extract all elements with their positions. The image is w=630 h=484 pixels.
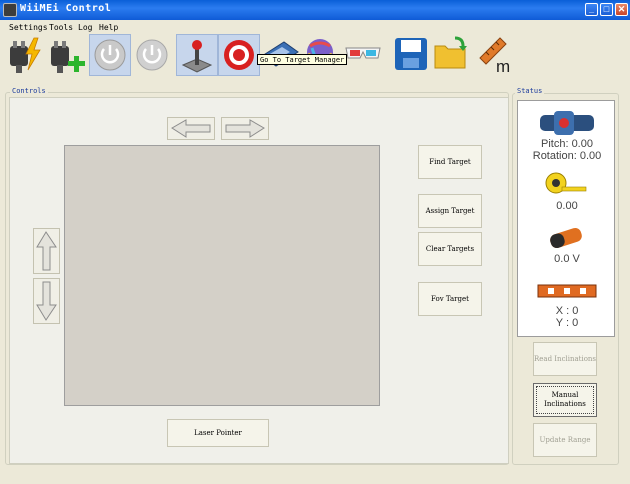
- tilt-up-button[interactable]: [33, 228, 60, 274]
- level-icon: [537, 284, 597, 298]
- joystick-button[interactable]: [176, 34, 218, 76]
- voltage-readout: 0.0 V: [554, 253, 580, 265]
- plug-disconnect-icon: [10, 37, 41, 73]
- inclinometer-icon: [540, 111, 594, 135]
- clear-targets-button[interactable]: Clear Targets: [418, 232, 482, 266]
- find-target-button[interactable]: Find Target: [418, 145, 482, 179]
- pitch-readout: Pitch: 0.00: [541, 138, 593, 150]
- tooltip: Go To Target Manager: [257, 54, 348, 65]
- save-icon: [395, 38, 427, 70]
- menu-help[interactable]: Help: [99, 23, 118, 32]
- app-icon[interactable]: [3, 3, 17, 17]
- manual-inclinations-button[interactable]: Manual Inclinations: [533, 383, 597, 417]
- arrow-up-icon: [36, 231, 57, 271]
- 3d-glasses-icon: [345, 47, 381, 59]
- update-range-button[interactable]: Update Range: [533, 423, 597, 457]
- power-on-icon: [94, 39, 126, 71]
- controls-group-label: Controls: [10, 87, 48, 95]
- menu-settings[interactable]: Settings: [9, 23, 48, 32]
- pan-right-button[interactable]: [221, 117, 269, 140]
- save-button[interactable]: [391, 34, 433, 76]
- ruler-meters-icon: m: [479, 37, 510, 76]
- assign-target-button[interactable]: Assign Target: [418, 194, 482, 228]
- bottom-strip: [0, 466, 630, 484]
- target-manager-button[interactable]: [218, 34, 260, 76]
- target-icon: [224, 40, 254, 70]
- status-panel: Pitch: 0.00 Rotation: 0.00 0.00 0.0 V X …: [517, 100, 615, 337]
- open-folder-icon: [434, 36, 467, 69]
- joystick-icon: [181, 40, 213, 73]
- menu-tools[interactable]: Tools: [49, 23, 73, 32]
- pan-left-button[interactable]: [167, 117, 215, 140]
- ruler-unit-label: m: [496, 57, 510, 76]
- window-title: WiiMEi Control: [20, 3, 112, 14]
- disconnect-button[interactable]: [4, 34, 46, 76]
- rotation-readout: Rotation: 0.00: [532, 150, 602, 162]
- battery-icon: [550, 227, 582, 249]
- power-on-button[interactable]: [89, 34, 131, 76]
- arrow-down-icon: [36, 281, 57, 321]
- tilt-down-button[interactable]: [33, 278, 60, 324]
- open-button[interactable]: [431, 34, 473, 76]
- maximize-button[interactable]: □: [600, 3, 613, 16]
- menu-bar: Settings Tools Log Help: [0, 20, 630, 34]
- close-button[interactable]: ✕: [615, 3, 628, 16]
- y-readout: Y : 0: [555, 317, 579, 329]
- status-group-label: Status: [515, 87, 545, 95]
- title-bar: WiiMEi Control _ □ ✕: [0, 0, 630, 20]
- 3d-glasses-button[interactable]: [342, 34, 384, 76]
- connect-button[interactable]: [47, 34, 89, 76]
- menu-log[interactable]: Log: [78, 23, 92, 32]
- ruler-button[interactable]: m: [476, 34, 518, 76]
- power-off-button[interactable]: [132, 34, 174, 76]
- power-off-icon: [136, 39, 168, 71]
- laser-pointer-button[interactable]: Laser Pointer: [167, 419, 269, 447]
- distance-readout: 0.00: [556, 200, 578, 212]
- tape-measure-icon: [545, 172, 587, 194]
- read-inclinations-button[interactable]: Read Inclinations: [533, 342, 597, 376]
- arrow-left-icon: [171, 119, 211, 138]
- minimize-button[interactable]: _: [585, 3, 598, 16]
- x-readout: X : 0: [555, 305, 579, 317]
- fov-target-button[interactable]: Fov Target: [418, 282, 482, 316]
- camera-view[interactable]: [64, 145, 380, 406]
- plug-connect-icon: [51, 41, 85, 73]
- arrow-right-icon: [225, 119, 265, 138]
